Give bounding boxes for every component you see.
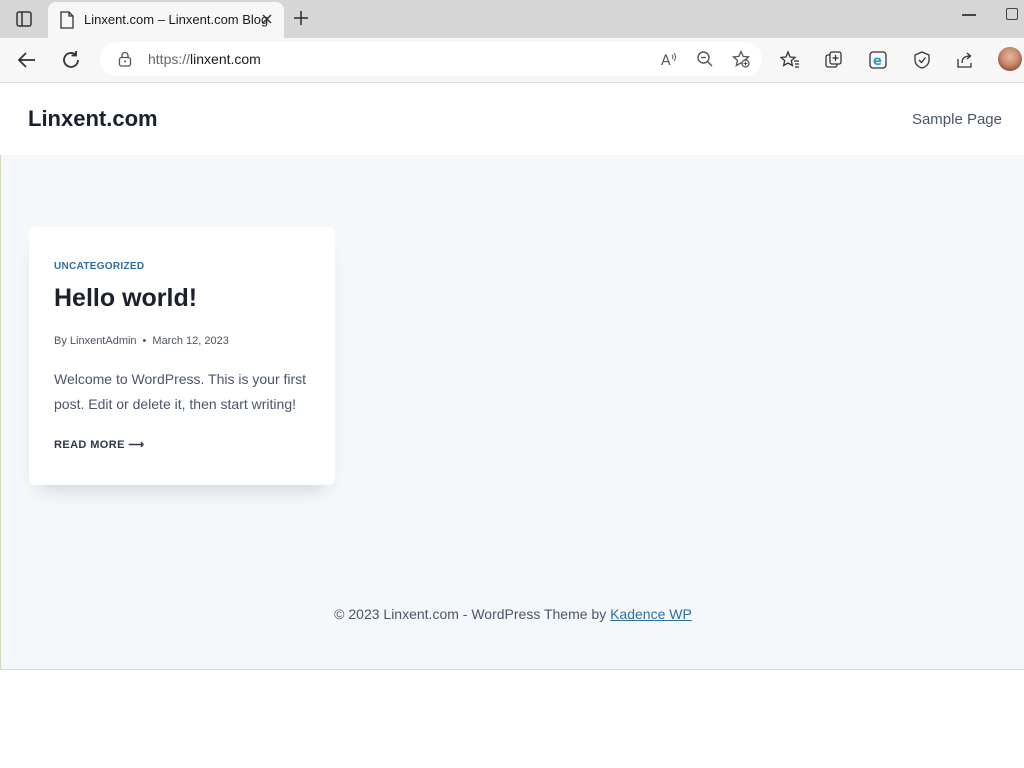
- share-icon[interactable]: [955, 50, 975, 70]
- post-category[interactable]: UNCATEGORIZED: [54, 261, 144, 272]
- svg-text:A: A: [661, 53, 671, 68]
- site-title[interactable]: Linxent.com: [28, 106, 158, 132]
- read-more-label: READ MORE: [54, 439, 125, 451]
- svg-text:e: e: [873, 54, 882, 69]
- post-card: UNCATEGORIZED Hello world! By LinxentAdm…: [29, 227, 335, 485]
- url-domain: linxent.com: [190, 51, 261, 67]
- edge-icon[interactable]: e: [868, 50, 888, 70]
- address-bar[interactable]: https://linxent.com A: [100, 42, 762, 76]
- back-icon[interactable]: [16, 49, 38, 71]
- main-content: UNCATEGORIZED Hello world! By LinxentAdm…: [0, 155, 1024, 670]
- arrow-right-icon: ⟶: [128, 439, 145, 451]
- meta-separator: •: [142, 335, 147, 347]
- site-header: Linxent.com Sample Page: [0, 83, 1024, 155]
- profile-avatar[interactable]: [998, 47, 1022, 71]
- plus-icon[interactable]: [292, 9, 310, 27]
- page-icon: [60, 11, 74, 29]
- minimize-button[interactable]: [962, 14, 976, 16]
- post-title[interactable]: Hello world!: [54, 284, 197, 313]
- url-text: https://linxent.com: [148, 51, 261, 67]
- tab-bar: Linxent.com – Linxent.com Blog: [0, 0, 1024, 38]
- favorites-icon[interactable]: [780, 50, 800, 70]
- url-prefix: https://: [148, 51, 191, 67]
- add-favorite-icon[interactable]: [732, 50, 750, 68]
- zoom-icon[interactable]: [696, 50, 714, 68]
- read-more-link[interactable]: READ MORE ⟶: [54, 438, 144, 451]
- maximize-button[interactable]: [1006, 8, 1018, 20]
- tab-title: Linxent.com – Linxent.com Blog: [84, 12, 269, 27]
- browser-essentials-icon[interactable]: [912, 50, 932, 70]
- lock-icon[interactable]: [118, 51, 132, 67]
- footer-theme-link[interactable]: Kadence WP: [610, 606, 692, 622]
- browser-toolbar: https://linxent.com A e: [0, 38, 1024, 83]
- post-excerpt: Welcome to WordPress. This is your first…: [54, 371, 307, 412]
- tab-actions-icon[interactable]: [14, 9, 34, 29]
- post-author[interactable]: By LinxentAdmin: [54, 335, 137, 347]
- refresh-icon[interactable]: [60, 49, 82, 71]
- close-icon[interactable]: [260, 12, 274, 26]
- read-aloud-icon[interactable]: A: [660, 50, 678, 68]
- post-date[interactable]: March 12, 2023: [152, 335, 228, 347]
- footer-text: © 2023 Linxent.com - WordPress Theme by: [334, 606, 611, 622]
- nav-link-sample-page[interactable]: Sample Page: [912, 111, 1002, 128]
- site-footer: © 2023 Linxent.com - WordPress Theme by …: [1, 606, 1024, 622]
- collections-icon[interactable]: [824, 50, 844, 70]
- active-tab[interactable]: Linxent.com – Linxent.com Blog: [48, 2, 284, 38]
- post-meta: By LinxentAdmin • March 12, 2023: [54, 335, 229, 347]
